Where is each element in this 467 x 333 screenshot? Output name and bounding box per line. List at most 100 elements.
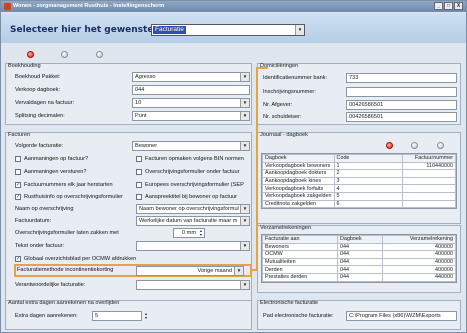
aanspreektitel-checkbox[interactable] — [136, 194, 142, 200]
chevron-down-icon[interactable]: ▼ — [240, 142, 249, 150]
column-header[interactable]: Facturatie aan — [262, 235, 338, 244]
column-header[interactable]: Dagboek — [262, 154, 335, 163]
table-cell[interactable]: Aankoopdagboek dokters — [262, 169, 335, 178]
table-cell[interactable] — [401, 176, 457, 186]
table-row[interactable]: Aankoopdagboek dokters 2 — [262, 169, 457, 178]
table-cell[interactable]: 044 — [337, 272, 383, 282]
table-cell[interactable]: Verkoopdagboek zakgelden — [262, 191, 335, 201]
splitsing-decimalen-select[interactable]: Punt ▼ — [132, 111, 250, 121]
table-cell[interactable]: Bewoners — [262, 242, 338, 252]
table-cell[interactable] — [401, 184, 457, 193]
chevron-down-icon[interactable]: ▼ — [240, 99, 249, 107]
table-cell[interactable]: 400000 — [382, 257, 456, 267]
record-red-icon[interactable] — [27, 51, 34, 58]
minimize-button[interactable]: _ — [434, 2, 443, 10]
verzamel-table[interactable]: Facturatie aan Dagboek Verzamelrekening … — [261, 234, 457, 283]
maximize-button[interactable]: □ — [444, 2, 453, 10]
rusthuisinfo-checkbox[interactable]: ✓ — [15, 194, 21, 200]
table-row[interactable]: OCMW 044 400000 — [262, 250, 456, 259]
aanmaningen-versturen-checkbox[interactable] — [15, 169, 21, 175]
table-cell[interactable]: Creditnota zakgelden — [262, 199, 335, 209]
close-button[interactable]: X — [454, 2, 463, 10]
naam-overschrijving-select[interactable]: Naam bewoner op overschrijvingsformul ▼ — [136, 204, 250, 214]
incontinentie-select[interactable]: Vorige maand ▼ — [136, 266, 244, 276]
table-cell[interactable]: 3 — [333, 176, 403, 186]
table-cell[interactable]: Prestaties derden — [262, 272, 338, 282]
table-cell[interactable]: 440000 — [382, 272, 456, 282]
table-cell[interactable]: 400000 — [382, 250, 456, 259]
factuurnummers-herstarten-checkbox[interactable]: ✓ — [15, 182, 21, 188]
table-row[interactable]: Aankoopdagboek kines 3 — [262, 176, 457, 186]
table-cell[interactable]: Derden — [262, 265, 338, 274]
column-header[interactable]: Verzamelrekening — [382, 235, 456, 244]
table-cell[interactable]: 6 — [333, 199, 403, 209]
globaal-overzicht-checkbox[interactable]: ✓ — [15, 256, 21, 262]
inschrijvingsnummer-label: Inschrijvingsnummer: — [263, 89, 316, 95]
chevron-down-icon[interactable]: ▼ — [234, 267, 243, 275]
table-row[interactable]: Creditnota zakgelden 6 — [262, 199, 457, 209]
table-cell[interactable]: Mutualiteiten — [262, 257, 338, 267]
table-cell[interactable]: OCMW — [262, 250, 338, 259]
spinner-arrows-icon[interactable]: ▲ ▼ — [143, 312, 149, 320]
identificatienummer-input[interactable]: 733 — [346, 73, 457, 83]
chevron-down-icon[interactable]: ▼ — [240, 281, 249, 289]
table-cell[interactable]: 044 — [337, 257, 383, 267]
table-cell[interactable]: 5 — [333, 191, 403, 201]
table-cell[interactable]: 4 — [333, 184, 403, 193]
table-row[interactable]: Verkoopdagboek zakgelden 5 — [262, 191, 457, 201]
chevron-down-icon[interactable]: ▼ — [240, 112, 249, 120]
extra-dagen-input[interactable]: 5 — [92, 311, 142, 321]
table-cell[interactable]: 2 — [333, 169, 403, 178]
table-row[interactable]: Prestaties derden 044 440000 — [262, 272, 456, 282]
table-row[interactable]: Mutualiteiten 044 400000 — [262, 257, 456, 267]
pad-input[interactable]: C:\Program Files (x86)\WZM\Exports — [346, 311, 457, 321]
bin-normen-checkbox[interactable] — [136, 156, 142, 162]
column-header[interactable]: Factuurnummer — [401, 154, 457, 163]
chevron-down-icon[interactable]: ▼ — [240, 73, 249, 81]
table-cell[interactable]: 044 — [337, 265, 383, 274]
section-selector-dropdown[interactable]: Facturatie ▼ — [151, 24, 305, 36]
journaal-table[interactable]: Dagboek Code Factuurnummer Verkoopdagboe… — [261, 153, 457, 210]
nr-schuldeiser-input[interactable]: 00426586501 — [346, 112, 457, 122]
factuurdatum-select[interactable]: Werkelijke datum van facturatie maar m ▼ — [136, 216, 250, 226]
europees-formulier-checkbox[interactable] — [136, 182, 142, 188]
aanmaningen-op-factuur-checkbox[interactable] — [15, 156, 21, 162]
spinner-arrows-icon[interactable]: ▲ ▼ — [198, 229, 204, 237]
table-row[interactable]: Derden 044 400000 — [262, 265, 456, 274]
verantwoordelijke-select[interactable]: ▼ — [136, 280, 250, 290]
record-gray-icon[interactable] — [96, 51, 103, 58]
nr-afgever-input[interactable]: 00426586501 — [346, 100, 457, 110]
table-cell[interactable]: 110440000 — [401, 161, 457, 171]
chevron-down-icon[interactable]: ▼ — [295, 25, 304, 35]
table-cell[interactable]: Verkoopdagboek bewoners — [262, 161, 335, 171]
table-cell[interactable] — [401, 191, 457, 201]
overschrijving-onder-factuur-checkbox[interactable] — [136, 169, 142, 175]
table-row[interactable]: Bewoners 044 400000 — [262, 242, 456, 252]
table-cell[interactable]: Aankoopdagboek kines — [262, 176, 335, 186]
table-cell[interactable] — [401, 169, 457, 178]
verkoop-dagboek-input[interactable]: 044 — [132, 85, 250, 95]
record-gray-icon[interactable] — [61, 51, 68, 58]
chevron-down-icon[interactable]: ▼ — [240, 242, 249, 250]
tekst-onder-factuur-select[interactable]: ▼ — [136, 241, 250, 251]
chevron-down-icon[interactable]: ▼ — [240, 217, 249, 225]
volgorde-facturatie-select[interactable]: Bewoner ▼ — [132, 141, 250, 151]
vervaldagen-select[interactable]: 10 ▼ — [132, 98, 250, 108]
table-cell[interactable]: 044 — [337, 250, 383, 259]
boekhoud-pakket-select[interactable]: Agresso ▼ — [132, 72, 250, 82]
column-header[interactable]: Code — [333, 154, 403, 163]
table-cell[interactable]: 400000 — [382, 242, 456, 252]
chevron-down-icon[interactable]: ▼ — [240, 205, 249, 213]
column-header[interactable]: Dagboek — [337, 235, 383, 244]
record-gray-icon[interactable] — [411, 142, 418, 149]
table-row[interactable]: Verkoopdagboek bewoners 1 110440000 — [262, 161, 457, 171]
table-cell[interactable]: 044 — [337, 242, 383, 252]
record-gray-icon[interactable] — [437, 142, 444, 149]
inschrijvingsnummer-input[interactable] — [346, 87, 457, 97]
table-cell[interactable] — [401, 199, 457, 209]
table-cell[interactable]: 1 — [333, 161, 403, 171]
table-cell[interactable]: Verkoopdagboek forfaits — [262, 184, 335, 193]
record-red-icon[interactable] — [386, 142, 393, 149]
table-row[interactable]: Verkoopdagboek forfaits 4 — [262, 184, 457, 193]
table-cell[interactable]: 400000 — [382, 265, 456, 274]
